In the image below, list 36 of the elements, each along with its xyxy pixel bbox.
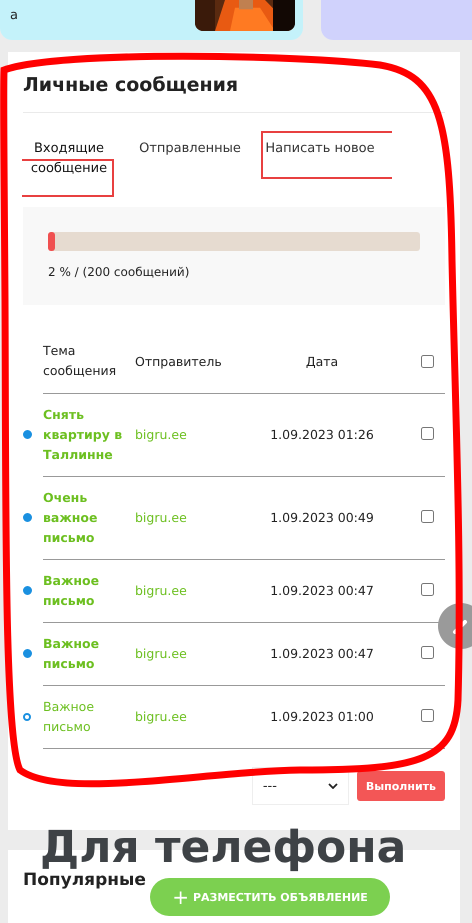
sender-link[interactable]: bigru.ee <box>135 709 187 724</box>
sender-link[interactable]: bigru.ee <box>135 646 187 661</box>
chevron-icon <box>328 783 338 789</box>
subject-link[interactable]: Важное письмо <box>43 697 135 737</box>
run-button[interactable]: Выполнить <box>356 771 445 801</box>
column-header: Тема сообщения <box>43 341 135 394</box>
section-title: Популярные <box>23 870 147 890</box>
date-cell: 1.09.2023 01:00 <box>270 709 374 724</box>
tab[interactable]: Написать новое <box>265 139 375 159</box>
column-header: Дата <box>235 341 409 394</box>
row-checkbox[interactable] <box>421 427 434 440</box>
date-cell: 1.09.2023 00:47 <box>270 583 374 598</box>
subject-link[interactable]: Снять квартиру в Таллинне <box>43 405 135 465</box>
row-checkbox[interactable] <box>421 646 434 659</box>
tab[interactable]: Входящие сообщение <box>23 139 115 179</box>
subject-link[interactable]: Очень важное письмо <box>43 488 135 548</box>
section-title: Личные сообщения <box>23 74 240 96</box>
quota-reading: 2 % / (200 сообщений) <box>48 265 190 279</box>
column-header: Отправитель <box>135 341 235 394</box>
row-checkbox[interactable] <box>421 583 434 596</box>
date-cell: 1.09.2023 01:26 <box>270 427 374 442</box>
listing-title: а <box>10 8 18 25</box>
subject-link[interactable]: Важное письмо <box>43 634 135 674</box>
row-checkbox[interactable] <box>421 510 434 523</box>
listing-card[interactable]: а <box>0 0 303 40</box>
tab[interactable]: Отправленные <box>135 139 245 159</box>
subject-link[interactable]: Важное письмо <box>43 571 135 611</box>
date-cell: 1.09.2023 00:49 <box>270 510 374 525</box>
date-cell: 1.09.2023 00:47 <box>270 646 374 661</box>
sender-link[interactable]: bigru.ee <box>135 510 187 525</box>
sender-link[interactable]: bigru.ee <box>135 583 187 598</box>
annotation-caption: Для телефона <box>40 826 406 870</box>
sender-link[interactable]: bigru.ee <box>135 427 187 442</box>
action-select[interactable]: --- <box>252 767 349 805</box>
row-checkbox[interactable] <box>421 709 434 722</box>
select-all-checkbox[interactable] <box>421 354 434 368</box>
